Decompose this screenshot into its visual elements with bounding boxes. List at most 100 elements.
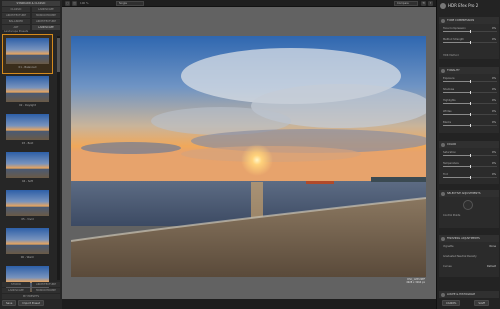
slider-handle[interactable] [470, 165, 471, 168]
preset-thumbnail[interactable]: 02 - Daylight [3, 73, 52, 111]
compare-toggle[interactable]: Compare [394, 1, 418, 6]
toolbar: ▢ ◫ 100 % Single Compare ⟲ ? [62, 0, 436, 7]
app-name: HDR Efex Pro 2 [448, 3, 479, 8]
slider-fill [443, 125, 470, 126]
zoom-level[interactable]: 100 % [80, 1, 89, 6]
category-tab[interactable]: STUDIO [2, 282, 30, 287]
finishing-row[interactable]: Vignette None [441, 245, 497, 250]
import-preset-button[interactable]: Import Preset [18, 300, 44, 306]
preset-thumbnail[interactable]: 03 - Bold [3, 111, 52, 149]
expand-icon [441, 68, 445, 73]
slider-track[interactable] [443, 91, 497, 94]
section-title: TONALITY [447, 69, 460, 72]
slider-handle[interactable] [470, 154, 471, 157]
split-view-icon[interactable]: ◫ [72, 1, 77, 6]
category-tab[interactable]: STANDARD & CLASSIC [2, 1, 60, 6]
slider-row: Temperature 0% [441, 162, 497, 168]
slider-row: Method Strength 0% [441, 38, 497, 44]
finishing-value[interactable]: None [489, 245, 496, 249]
slider-handle[interactable] [470, 30, 471, 33]
category-tab[interactable]: ARCHITECTURE [32, 282, 60, 287]
preset-preview-image [6, 190, 49, 216]
preset-thumbnail[interactable]: 01 - Balanced [2, 34, 53, 74]
slider-track[interactable] [443, 41, 497, 44]
preset-preview-image [6, 152, 49, 178]
slider-track[interactable] [443, 124, 497, 127]
slider-handle[interactable] [470, 113, 471, 116]
history-icon[interactable]: ⟲ [421, 1, 426, 6]
slider-track[interactable] [443, 113, 497, 116]
category-tab[interactable]: CLASSIC [2, 7, 30, 12]
category-tab[interactable]: MONOCHROME [32, 13, 60, 18]
single-view-icon[interactable]: ▢ [65, 1, 70, 6]
slider-row: Exposure 0% [441, 77, 497, 83]
preset-preview-image [6, 114, 49, 140]
loupe-header[interactable]: LOUPE & HISTOGRAM [439, 291, 499, 298]
preset-thumbnail[interactable]: 05 - Vivid [3, 187, 52, 225]
preset-scrollbar[interactable] [57, 36, 60, 280]
preset-thumbnail-list: 01 - Balanced 02 - Daylight 03 - Bold 04 - … [2, 34, 56, 297]
color-header[interactable]: COLOR [439, 141, 499, 148]
preset-label: 04 - Soft [21, 180, 33, 183]
slider-track[interactable] [443, 30, 497, 33]
category-tab[interactable]: MY PRESETS [2, 294, 60, 299]
hdr-method-label[interactable]: HDR Method [443, 54, 459, 57]
slider-handle[interactable] [470, 124, 471, 127]
preset-thumbnail[interactable]: 04 - Soft [3, 149, 52, 187]
slider-track[interactable] [443, 102, 497, 105]
slider-track[interactable] [443, 176, 497, 179]
tonality-header[interactable]: TONALITY [439, 67, 499, 74]
slider-track[interactable] [443, 80, 497, 83]
slider-fill [443, 42, 470, 43]
category-tab[interactable]: LANDSCAPE [32, 7, 60, 12]
selective-header[interactable]: SELECTIVE ADJUSTMENTS [439, 190, 499, 197]
slider-row: Saturation 0% [441, 151, 497, 157]
slider-handle[interactable] [470, 80, 471, 83]
slider-fill [443, 103, 470, 104]
slider-handle[interactable] [470, 102, 471, 105]
cancel-button[interactable]: CANCEL [442, 300, 461, 306]
category-tab[interactable]: MONOCHROME [32, 288, 60, 293]
save-preset-button[interactable]: Save [2, 300, 17, 306]
slider-handle[interactable] [470, 41, 471, 44]
view-mode-select[interactable]: Single [116, 1, 144, 6]
slider-fill [443, 31, 470, 32]
preset-thumbnail[interactable]: 06 - Warm [3, 225, 52, 263]
slider-row: Whites 0% [441, 110, 497, 116]
help-icon[interactable]: ? [428, 1, 433, 6]
image-canvas[interactable]: DSC_1283.NEF 4928 x 3264 px [62, 7, 436, 299]
tone-compression-header[interactable]: TONE COMPRESSION [439, 17, 499, 24]
slider-row: Tint 0% [441, 173, 497, 179]
finishing-value[interactable]: Default [487, 265, 496, 269]
preset-preview-image [6, 38, 49, 64]
scrollbar-thumb[interactable] [57, 38, 60, 72]
save-button[interactable]: SAVE [474, 300, 490, 306]
finishing-row[interactable]: Graduated Neutral Density [441, 255, 497, 260]
loupe-section: LOUPE & HISTOGRAM [439, 291, 499, 298]
preset-panel: STANDARD & CLASSIC CLASSIC LANDSCAPE ARCH… [0, 0, 62, 309]
slider-fill [443, 177, 470, 178]
category-tab[interactable]: ARCHITECTURE [2, 13, 30, 18]
expand-icon [441, 18, 445, 23]
section-title: LOUPE & HISTOGRAM [447, 293, 475, 296]
slider-handle[interactable] [470, 91, 471, 94]
expand-icon [441, 142, 445, 147]
section-title: TONE COMPRESSION [447, 19, 475, 22]
preview-photo[interactable] [71, 36, 426, 277]
slider-track[interactable] [443, 165, 497, 168]
selective-adjustments-section: SELECTIVE ADJUSTMENTS Control Points [439, 190, 499, 228]
category-tab[interactable]: BALANCED [2, 19, 30, 24]
finishing-row[interactable]: Curves Default [441, 265, 497, 270]
color-section: COLOR Saturation 0% Temperature 0% Tint 0% [439, 141, 499, 184]
category-tab[interactable]: ARCHITECTURE [32, 19, 60, 24]
category-tab[interactable]: LANDSCAPE [2, 288, 30, 293]
slider-handle[interactable] [470, 176, 471, 179]
expand-icon [441, 236, 445, 241]
expand-icon [441, 292, 445, 297]
slider-row: Tone Compression 0% [441, 27, 497, 33]
finishing-header[interactable]: FINISHING ADJUSTMENTS [439, 235, 499, 242]
add-control-point-icon[interactable] [463, 200, 473, 210]
section-title: SELECTIVE ADJUSTMENTS [447, 192, 481, 195]
slider-track[interactable] [443, 154, 497, 157]
strip-title: Landscape Presets [4, 30, 29, 33]
